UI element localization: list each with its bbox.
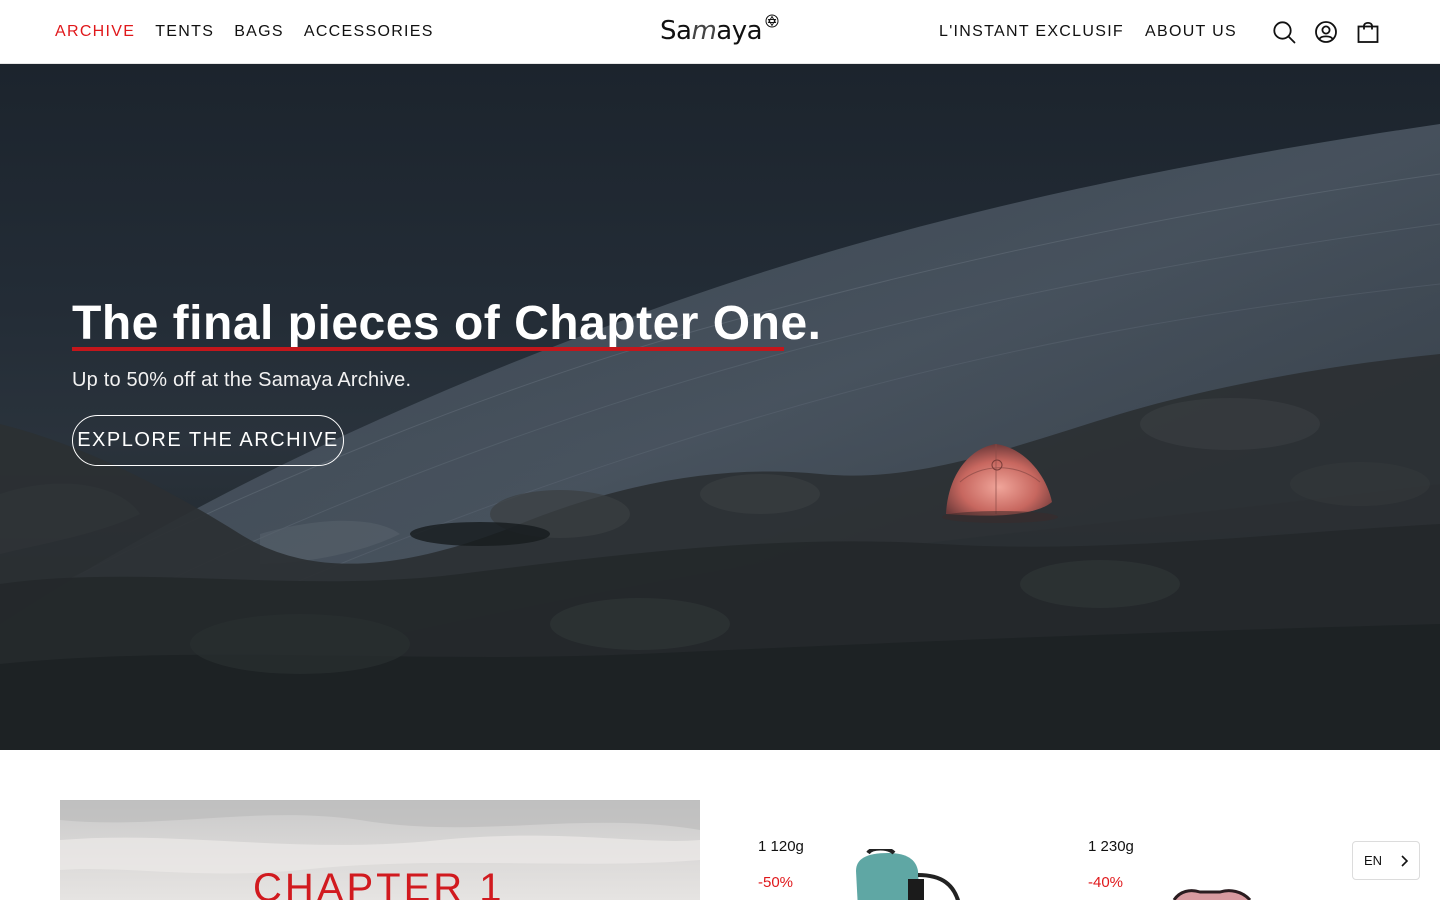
site-header: ARCHIVE TENTS BAGS ACCESSORIES Samaya L'… — [0, 0, 1440, 64]
chapter-title: CHAPTER 1 — [253, 866, 505, 900]
header-actions — [1272, 19, 1380, 45]
hero-title-underline — [72, 347, 784, 351]
search-icon[interactable] — [1272, 19, 1296, 45]
logo-wordmark: Samaya — [660, 16, 763, 46]
product-weight: 1 230g — [1088, 838, 1134, 855]
explore-archive-button[interactable]: EXPLORE THE ARCHIVE — [72, 415, 344, 466]
nav-instant-exclusif[interactable]: L'INSTANT EXCLUSIF — [939, 21, 1124, 43]
hero-banner: The final pieces of Chapter One. Up to 5… — [0, 64, 1440, 750]
product-card[interactable]: 1 120g -50% — [758, 835, 1058, 900]
nav-bags[interactable]: BAGS — [234, 21, 284, 43]
nav-archive[interactable]: ARCHIVE — [55, 21, 135, 43]
product-bag-image — [1172, 889, 1252, 900]
primary-nav: ARCHIVE TENTS BAGS ACCESSORIES — [55, 21, 434, 43]
secondary-nav: L'INSTANT EXCLUSIF ABOUT US — [939, 21, 1237, 43]
product-backpack-image — [856, 849, 960, 900]
chevron-right-icon — [1401, 855, 1409, 867]
hero-subtitle: Up to 50% off at the Samaya Archive. — [72, 369, 412, 391]
nav-accessories[interactable]: ACCESSORIES — [304, 21, 434, 43]
hero-title: The final pieces of Chapter One. — [72, 297, 822, 350]
product-discount: -50% — [758, 874, 794, 891]
product-weight: 1 120g — [758, 838, 804, 855]
language-selected: EN — [1364, 853, 1383, 868]
chapter-one-card[interactable]: CHAPTER 1 — [60, 800, 700, 900]
logo-mark-icon — [765, 14, 779, 28]
product-discount: -40% — [1088, 874, 1124, 891]
account-icon[interactable] — [1314, 19, 1338, 45]
brand-logo[interactable]: Samaya — [660, 12, 782, 52]
language-selector[interactable]: EN — [1352, 841, 1420, 880]
cart-icon[interactable] — [1356, 19, 1380, 45]
product-card[interactable]: 1 230g -40% — [1088, 835, 1388, 900]
nav-tents[interactable]: TENTS — [155, 21, 214, 43]
hero-background-image — [0, 124, 1440, 750]
nav-about-us[interactable]: ABOUT US — [1145, 21, 1237, 43]
